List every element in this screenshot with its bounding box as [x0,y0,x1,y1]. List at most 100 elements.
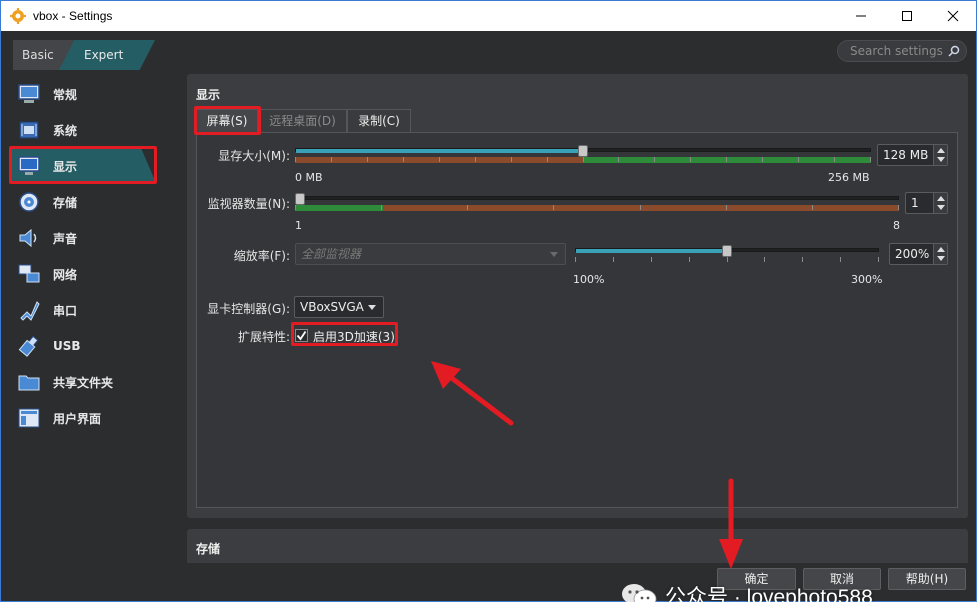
display-panel: 显示 屏幕(S) 远程桌面(D) 录制(C) 显存大小(M): 0 MB 256… [187,74,968,518]
slider-tick [654,157,655,162]
scale-factor-max: 300% [851,273,883,286]
slider-tick [553,205,554,210]
wechat-logo [622,584,657,602]
slider-tick [331,157,332,162]
sidebar-item-label: USB [53,339,81,353]
tab-remote-display[interactable]: 远程桌面(D) [258,109,347,132]
search-input[interactable]: Search settings [837,40,967,62]
highlight-frame-display [9,146,157,184]
slider-tick [690,157,691,162]
sidebar-item-label: 常规 [53,87,78,102]
slider-tick [812,205,813,210]
slider-tick [726,157,727,162]
slider-tick [878,257,879,262]
scale-monitor-combo: 全部监视器 [295,243,566,265]
slider-tick [583,157,584,162]
graphics-controller-combo[interactable]: VBoxSVGA [294,296,384,318]
slider-tick [575,257,576,262]
scale-factor-spinbox[interactable]: 200% [889,243,948,265]
minimize-icon [856,15,866,17]
spin-up-icon [937,247,945,252]
sidebar-item-label: 串口 [53,303,78,318]
shared-folder-icon [18,375,40,391]
slider-tick [439,157,440,162]
graphics-controller-label: 显卡控制器(G): [207,302,290,316]
slider-tick [547,157,548,162]
maximize-button[interactable] [884,1,930,31]
tab-recording[interactable]: 录制(C) [347,109,411,132]
usb-icon [18,335,39,357]
slider-tick [840,257,841,262]
screen-tab-page: 显存大小(M): 0 MB 256 MB 128 MB 监视器数量(N): 1 … [196,132,958,508]
sidebar-item-user-interface[interactable]: 用户界面 [11,401,156,435]
search-icon [948,45,960,57]
mode-expert-button[interactable]: Expert [59,40,155,70]
storage-disk-icon [19,192,39,212]
slider-tick [727,257,728,262]
scale-factor-value: 200% [895,247,930,261]
storage-panel: 存储 [187,529,968,563]
section-title: 显示 [196,88,221,102]
network-icon [18,264,40,283]
sidebar-item-serial[interactable]: 串口 [11,293,156,327]
slider-tick [764,257,765,262]
sidebar-item-usb[interactable]: USB [11,329,156,363]
video-memory-min: 0 MB [295,171,323,184]
user-interface-icon [18,408,40,428]
slider-tick [870,157,871,162]
spin-down-icon [937,205,945,210]
watermark: 公众号 · lovephoto588 [621,580,873,602]
search-placeholder: Search settings [850,44,943,58]
sidebar-item-label: 系统 [53,123,78,138]
scale-factor-label: 缩放率(F): [233,249,290,263]
slider-tick [511,157,512,162]
spin-up-icon [937,148,945,153]
slider-tick [613,257,614,262]
scale-factor-min: 100% [573,273,605,286]
scale-monitor-combo-text: 全部监视器 [301,247,362,261]
sidebar-item-storage[interactable]: 存储 [11,185,156,219]
slider-tick [467,205,468,210]
sidebar-item-audio[interactable]: 声音 [11,221,156,255]
serial-port-icon [20,301,40,321]
sidebar-item-label: 声音 [53,231,78,246]
sidebar-item-network[interactable]: 网络 [11,257,156,291]
minimize-button[interactable] [838,1,884,31]
maximize-icon [902,11,912,21]
slider-tick [640,205,641,210]
slider-tick [618,157,619,162]
highlight-frame-screen-tab [194,106,261,135]
spin-down-icon [937,256,945,261]
spin-up-icon [937,196,945,201]
slider-tick [367,157,368,162]
extended-features-label: 扩展特性: [237,330,290,344]
general-icon [18,84,40,103]
slider-tick [295,157,296,162]
chevron-down-icon [550,252,558,257]
slider-tick [689,257,690,262]
sidebar-item-system[interactable]: 系统 [11,113,156,147]
video-memory-label: 显存大小(M): [218,149,290,163]
system-chip-icon [19,121,39,139]
close-button[interactable] [930,1,976,31]
video-memory-max: 256 MB [828,171,870,184]
watermark-text: 公众号 · lovephoto588 [665,586,873,602]
monitor-count-value: 1 [911,196,919,210]
slider-tick [726,205,727,210]
close-icon [947,10,959,22]
slider-tick [834,157,835,162]
help-button[interactable]: 帮助(H) [888,568,966,590]
monitor-count-spinbox[interactable]: 1 [905,192,948,214]
sidebar-item-general[interactable]: 常规 [11,77,156,111]
section-title: 存储 [196,542,221,556]
slider-tick [403,157,404,162]
sidebar-item-label: 共享文件夹 [53,375,114,390]
video-memory-spinbox[interactable]: 128 MB [877,144,948,166]
sidebar-item-shared-folders[interactable]: 共享文件夹 [11,365,156,399]
window-title: vbox - Settings [33,9,113,23]
slider-tick [651,257,652,262]
slider-tick [762,157,763,162]
slider-tick [798,157,799,162]
settings-window: Basic Expert Search settings 常规 系统 显示 存储 [0,31,977,602]
audio-speaker-icon [19,228,37,248]
